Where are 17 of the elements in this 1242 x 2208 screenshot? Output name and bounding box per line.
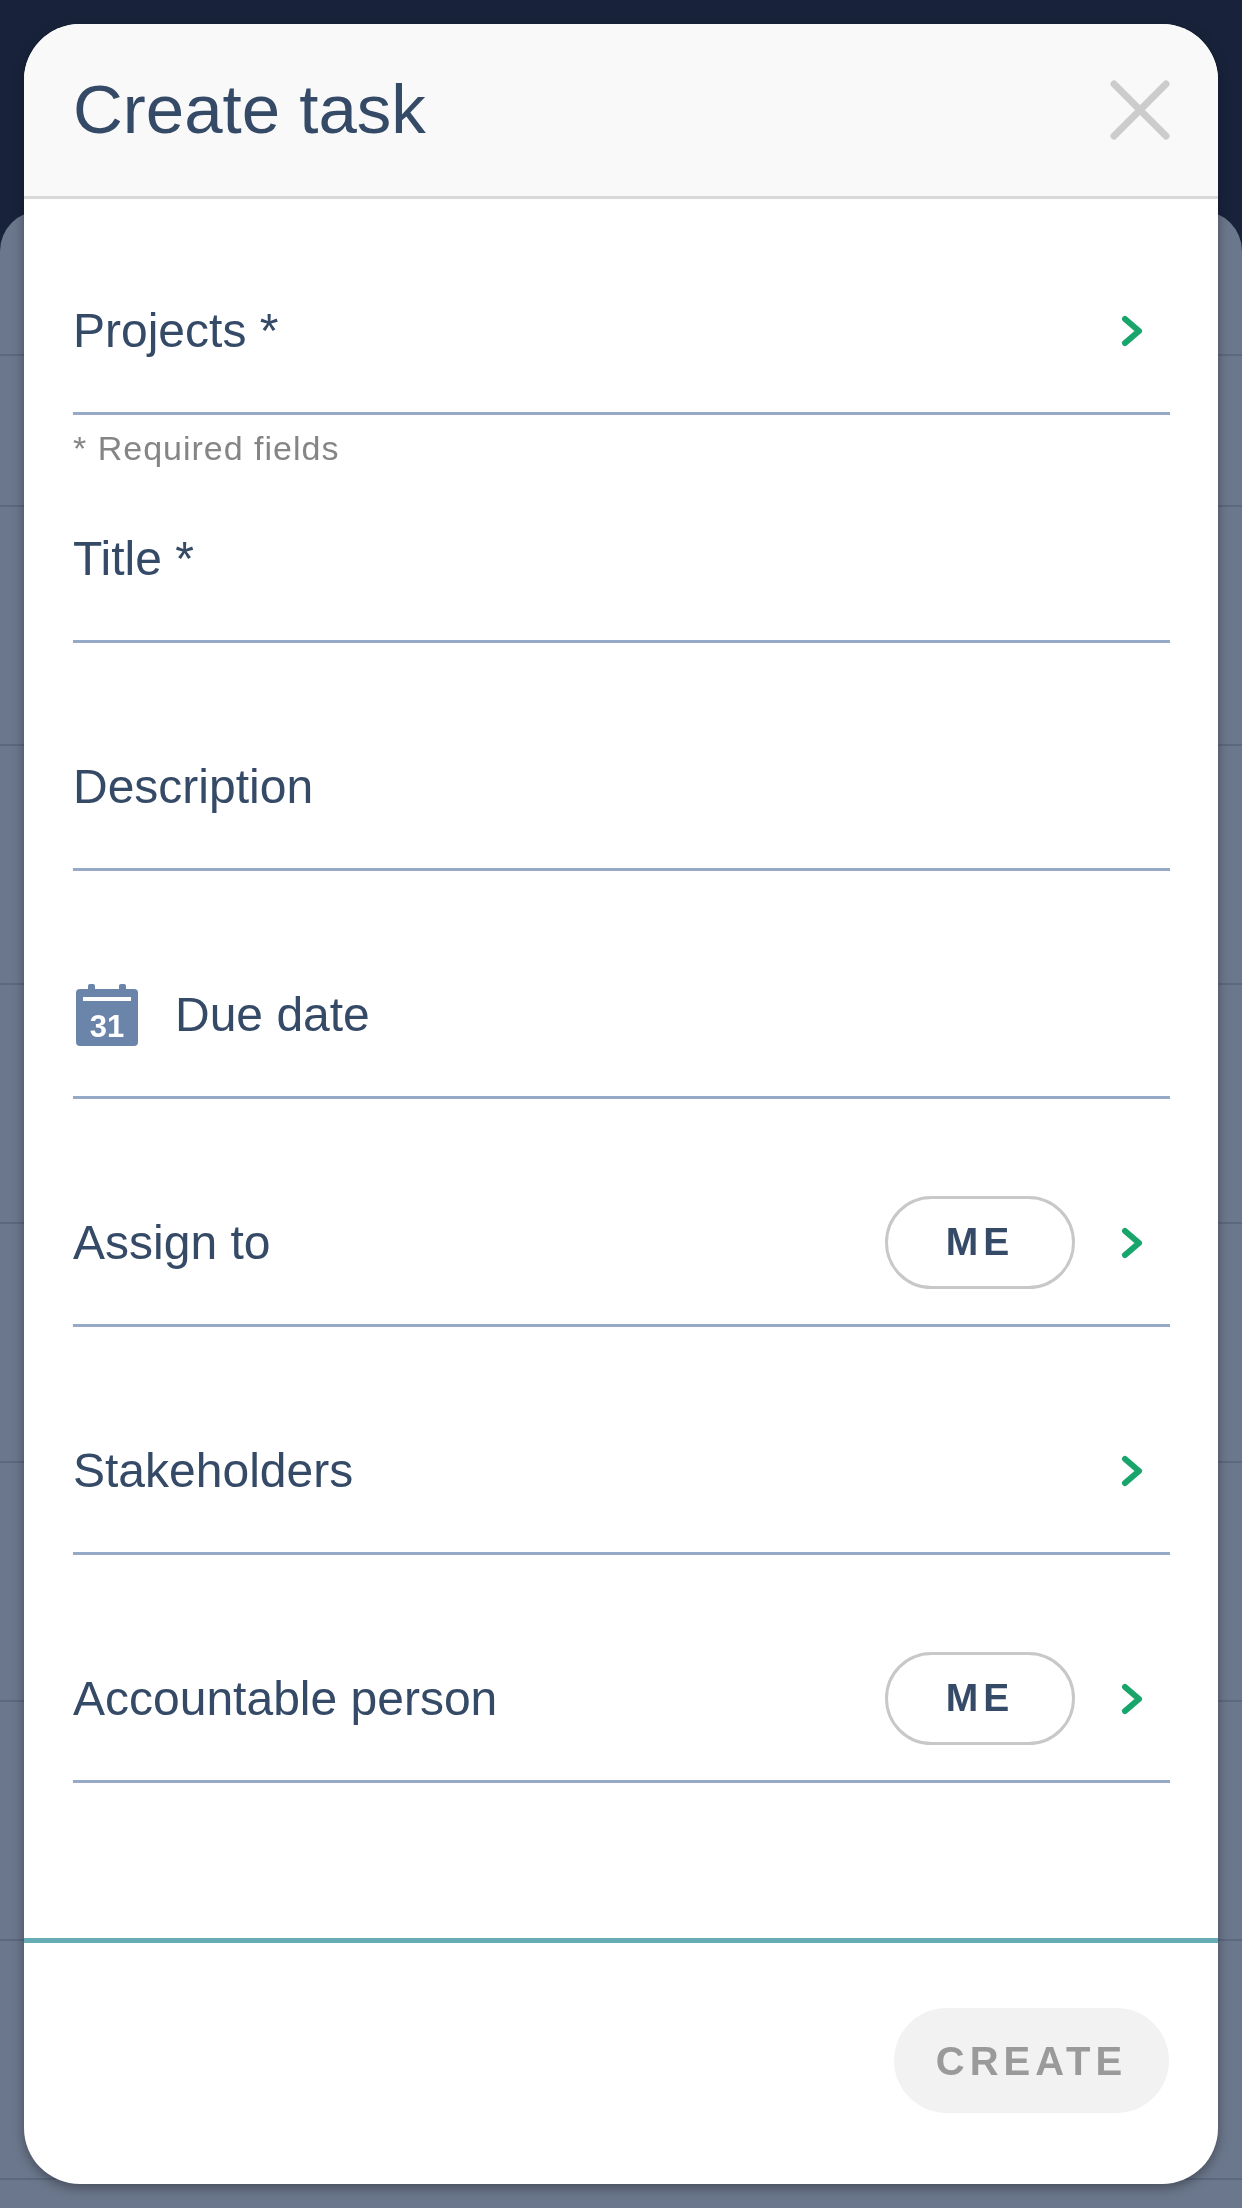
dialog-title: Create task bbox=[73, 70, 427, 151]
chevron-right-icon bbox=[1121, 314, 1143, 347]
selector-field[interactable]: Stakeholders bbox=[73, 1389, 1170, 1555]
selector-field[interactable]: Assign to ME bbox=[73, 1161, 1170, 1327]
selector-field[interactable]: Projects * bbox=[73, 249, 1170, 415]
selector-field[interactable]: Accountable person ME bbox=[73, 1617, 1170, 1783]
value-chip: ME bbox=[885, 1652, 1075, 1745]
chevron-right-icon bbox=[1121, 1454, 1143, 1487]
chevron-right-icon bbox=[1121, 1226, 1143, 1259]
close-button[interactable] bbox=[1110, 80, 1170, 140]
date-field[interactable]: Due date bbox=[175, 974, 1170, 1055]
close-icon bbox=[1110, 80, 1170, 140]
text-field[interactable]: Description bbox=[73, 705, 1170, 871]
text-field[interactable]: Title * bbox=[73, 477, 1170, 643]
chevron-right-icon bbox=[1121, 1682, 1143, 1715]
value-chip: ME bbox=[885, 1196, 1075, 1289]
helper-text: * Required fields bbox=[73, 428, 340, 468]
